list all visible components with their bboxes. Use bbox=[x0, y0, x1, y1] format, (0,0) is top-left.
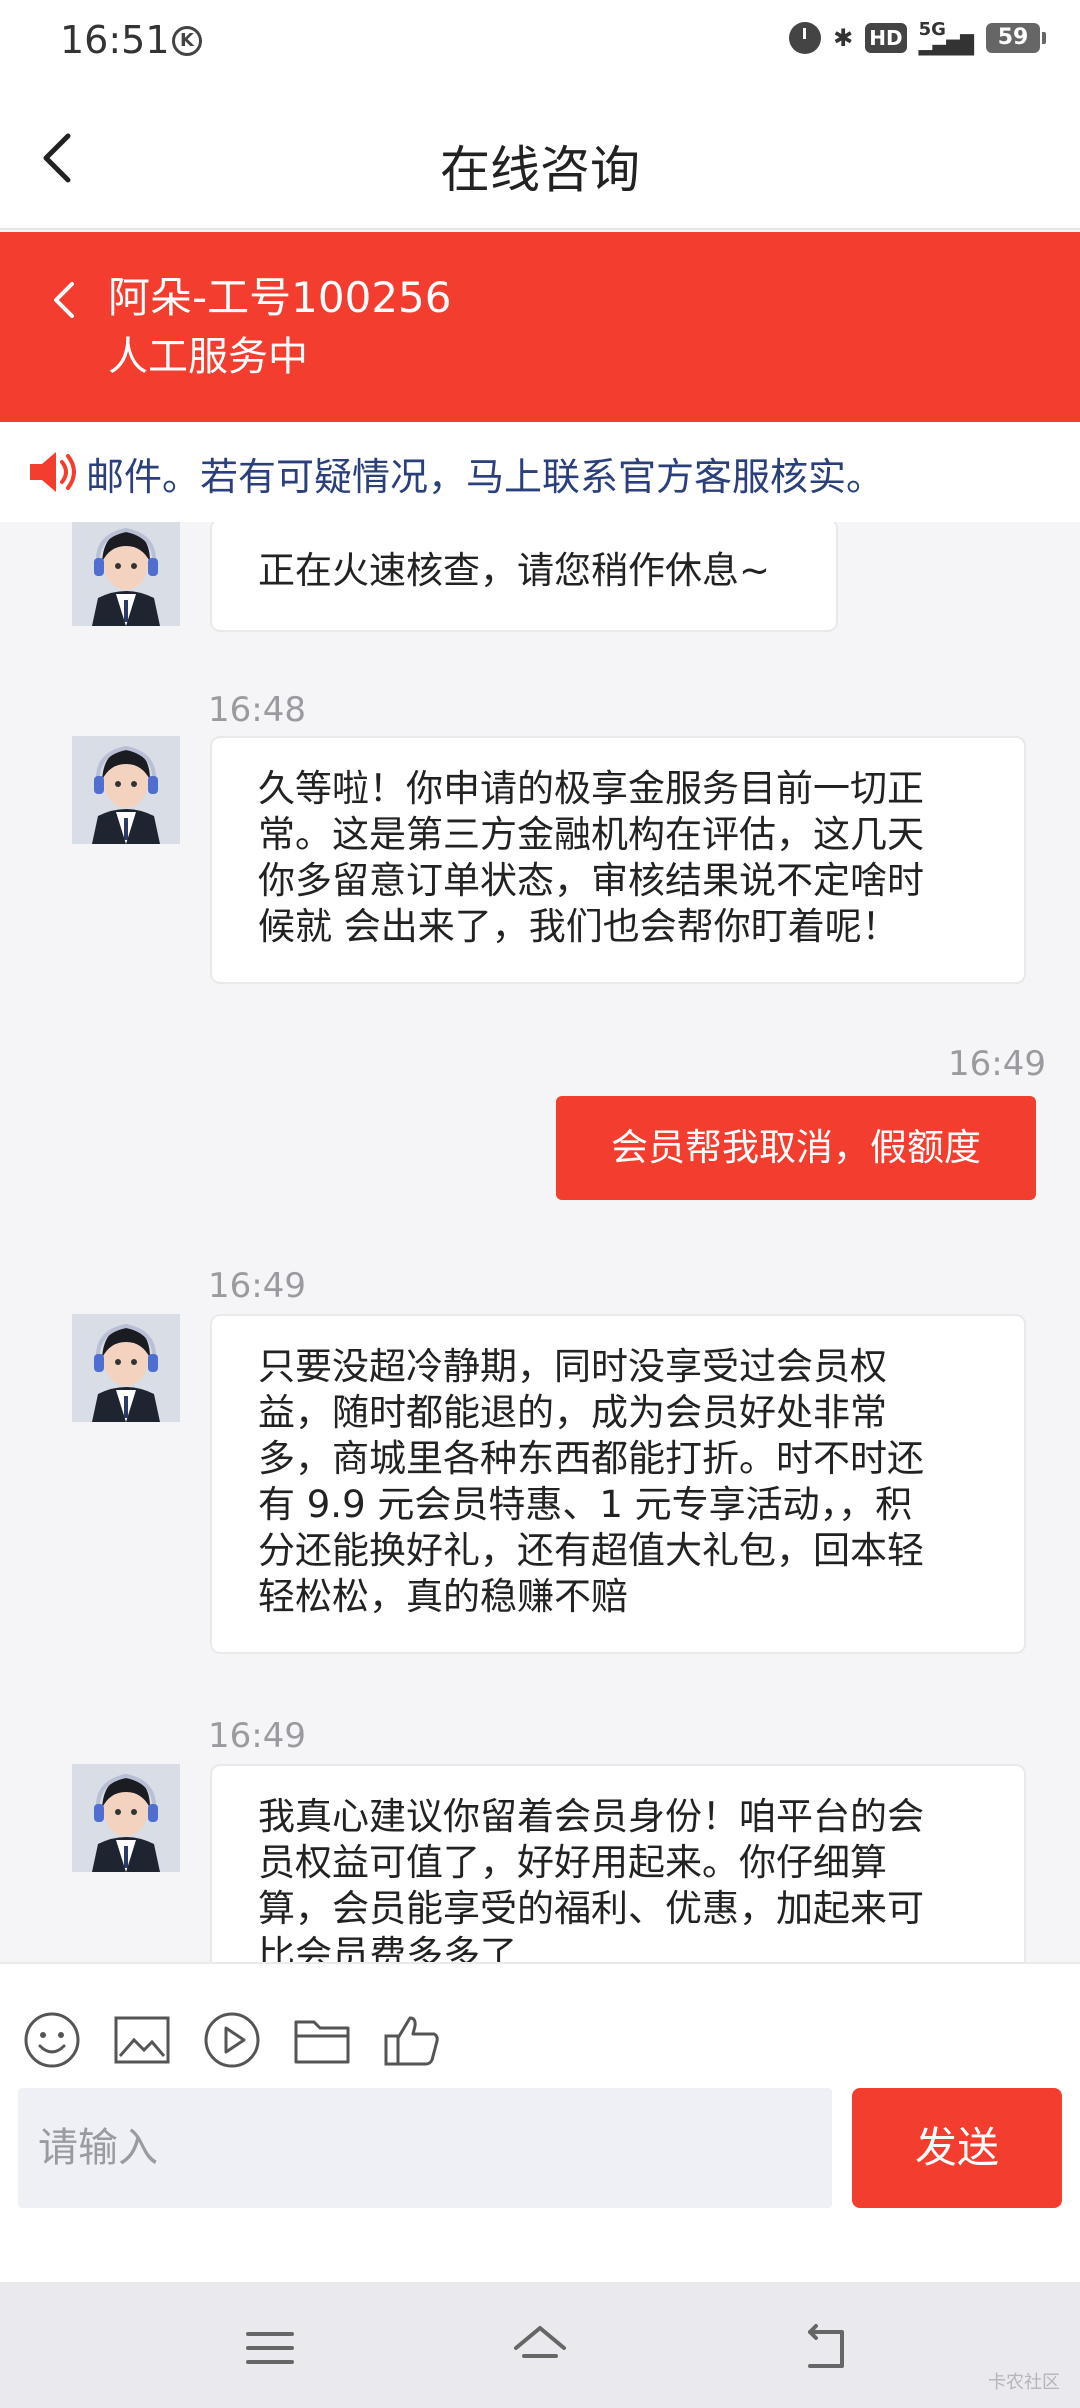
agent-avatar bbox=[72, 522, 180, 626]
bluetooth-icon: ✱ bbox=[833, 24, 854, 52]
emoji-icon[interactable] bbox=[22, 2010, 82, 2070]
alarm-icon bbox=[789, 22, 822, 54]
network-label: 5G bbox=[918, 19, 946, 40]
message-line: 算，会员能享受的福利、优惠，加起来可 bbox=[258, 1887, 924, 1930]
message-line: 常。这是第三方金融机构在评估，这几天 bbox=[258, 813, 924, 856]
back-nav-icon[interactable] bbox=[796, 2318, 856, 2378]
send-button[interactable]: 发送 bbox=[852, 2088, 1062, 2208]
user-message-bubble: 会员帮我取消，假额度 bbox=[556, 1096, 1036, 1200]
message-line: 会员帮我取消，假额度 bbox=[611, 1126, 981, 1169]
thumbs-up-icon[interactable] bbox=[382, 2010, 442, 2070]
folder-icon[interactable] bbox=[292, 2010, 352, 2070]
agent-status: 人工服务中 bbox=[108, 334, 308, 380]
message-timestamp: 16:49 bbox=[208, 1266, 306, 1306]
status-bar: 16:51 K ✱ HD 5G ▂▄▆█ 59 bbox=[0, 0, 1080, 90]
hd-badge: HD bbox=[865, 23, 907, 53]
speaker-icon bbox=[30, 452, 76, 492]
message-line: 你多留意订单状态，审核结果说不定啥时 bbox=[258, 859, 924, 902]
message-line: 我真心建议你留着会员身份！咱平台的会 bbox=[258, 1795, 924, 1838]
agent-back-icon[interactable] bbox=[44, 270, 84, 330]
menu-icon[interactable] bbox=[240, 2318, 300, 2378]
message-line: 只要没超冷静期，同时没享受过会员权 bbox=[258, 1345, 887, 1388]
battery-icon: 59 bbox=[986, 23, 1046, 53]
k-badge-icon: K bbox=[172, 26, 202, 56]
message-line: 正在火速核查，请您稍作休息~ bbox=[258, 549, 771, 592]
agent-message-bubble: 只要没超冷静期，同时没享受过会员权 益，随时都能退的，成为会员好处非常 多，商城… bbox=[210, 1314, 1026, 1654]
agent-name: 阿朵-工号100256 bbox=[108, 273, 452, 322]
home-icon[interactable] bbox=[510, 2318, 570, 2378]
message-line: 有 9.9 元会员特惠、1 元专享活动，，积 bbox=[258, 1483, 913, 1526]
agent-avatar bbox=[72, 736, 180, 844]
watermark: 卡农社区 bbox=[988, 2372, 1060, 2393]
signal-icon: 5G ▂▄▆█ bbox=[918, 19, 974, 56]
composer-toolbar bbox=[22, 2010, 442, 2070]
agent-message-bubble: 我真心建议你留着会员身份！咱平台的会 员权益可值了，好好用起来。你仔细算 算，会… bbox=[210, 1764, 1026, 1962]
message-line: 比会员费多多了 bbox=[258, 1933, 517, 1962]
system-nav-bar: 卡农社区 bbox=[0, 2282, 1080, 2408]
notice-bar: 邮件。若有可疑情况，马上联系官方客服核实。 bbox=[0, 422, 1080, 522]
agent-message-bubble: 久等啦！你申请的极享金服务目前一切正 常。这是第三方金融机构在评估，这几天 你多… bbox=[210, 736, 1026, 984]
agent-message-bubble: 正在火速核查，请您稍作休息~ bbox=[210, 522, 838, 632]
message-input[interactable] bbox=[18, 2088, 832, 2208]
status-time: 16:51 bbox=[60, 18, 170, 62]
composer: 发送 bbox=[0, 1962, 1080, 2282]
agent-avatar bbox=[72, 1314, 180, 1422]
message-line: 多，商城里各种东西都能打折。时不时还 bbox=[258, 1437, 924, 1480]
message-line: 轻松松，真的稳赚不赔 bbox=[258, 1575, 628, 1618]
page-title: 在线咨询 bbox=[440, 141, 640, 199]
notice-text: 邮件。若有可疑情况，马上联系官方客服核实。 bbox=[86, 455, 885, 499]
agent-header: 阿朵-工号100256 人工服务中 bbox=[0, 232, 1080, 422]
status-icons: ✱ HD 5G ▂▄▆█ 59 bbox=[789, 19, 1046, 56]
title-bar: 在线咨询 bbox=[0, 90, 1080, 230]
video-play-icon[interactable] bbox=[202, 2010, 262, 2070]
message-timestamp: 16:48 bbox=[208, 690, 306, 730]
image-icon[interactable] bbox=[112, 2010, 172, 2070]
chat-area[interactable]: 正在火速核查，请您稍作休息~ 16:48 久等啦！你申请的极享金服务目前一切正 … bbox=[0, 522, 1080, 1962]
message-timestamp: 16:49 bbox=[948, 1044, 1046, 1084]
message-line: 益，随时都能退的，成为会员好处非常 bbox=[258, 1391, 887, 1434]
message-line: 分还能换好礼，还有超值大礼包，回本轻 bbox=[258, 1529, 924, 1572]
message-line: 久等啦！你申请的极享金服务目前一切正 bbox=[258, 767, 924, 810]
agent-avatar bbox=[72, 1764, 180, 1872]
message-line: 候就 会出来了，我们也会帮你盯着呢！ bbox=[258, 905, 899, 948]
message-timestamp: 16:49 bbox=[208, 1716, 306, 1756]
message-line: 员权益可值了，好好用起来。你仔细算 bbox=[258, 1841, 887, 1884]
